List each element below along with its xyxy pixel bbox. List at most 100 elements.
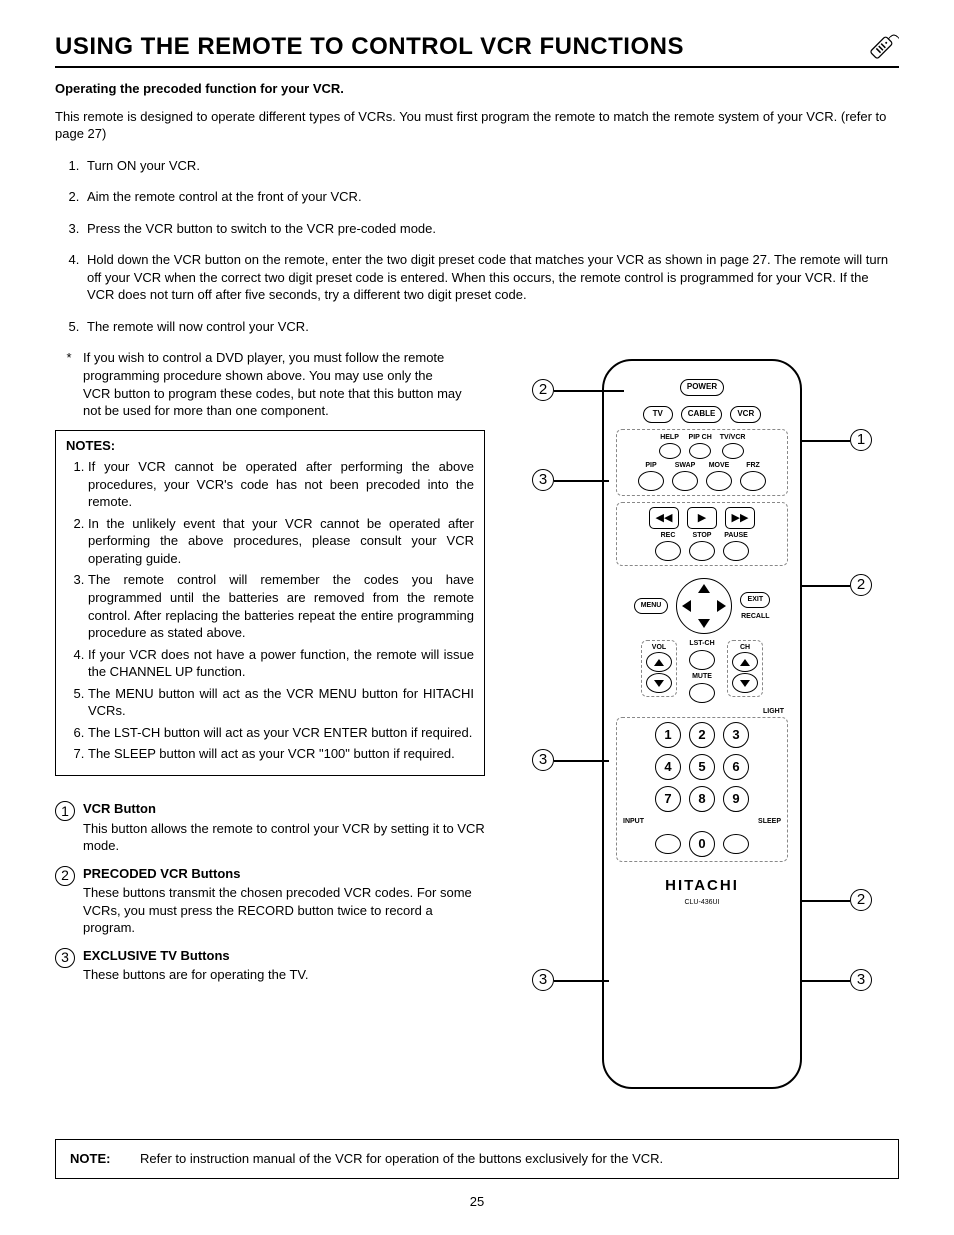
- nav-down-icon: [698, 619, 710, 628]
- fastforward-button: ▶▶: [725, 507, 755, 529]
- note-item: The MENU button will act as the VCR MENU…: [88, 685, 474, 720]
- swap-label: SWAP: [675, 462, 696, 469]
- callout-1: 1: [850, 429, 872, 451]
- step-item: Aim the remote control at the front of y…: [83, 188, 899, 206]
- pip-section: HELP PIP CH TV/VCR PIP SWAP MOVE FRZ: [616, 429, 788, 496]
- stop-label: STOP: [693, 532, 712, 539]
- keypad-5: 5: [689, 754, 715, 780]
- keypad-9: 9: [723, 786, 749, 812]
- main-steps-list: Turn ON your VCR. Aim the remote control…: [55, 157, 899, 336]
- step-item: Hold down the VCR button on the remote, …: [83, 251, 899, 304]
- nav-left-icon: [682, 600, 691, 612]
- mute-button: [689, 683, 715, 703]
- exit-button: EXIT: [740, 592, 770, 607]
- notes-box: NOTES: If your VCR cannot be operated af…: [55, 430, 485, 776]
- legend-item-2: 2 PRECODED VCR Buttons These buttons tra…: [55, 865, 485, 937]
- remote-body: POWER TV CABLE VCR HELP PIP CH TV/VCR PI…: [602, 359, 802, 1089]
- note-item: The remote control will remember the cod…: [88, 571, 474, 641]
- keypad-4: 4: [655, 754, 681, 780]
- pause-button: [723, 541, 749, 561]
- page-number: 25: [55, 1193, 899, 1211]
- input-button: [655, 834, 681, 854]
- frz-label: FRZ: [746, 462, 760, 469]
- legend-number: 3: [55, 948, 75, 968]
- callout-3: 3: [532, 469, 554, 491]
- intro-para: This remote is designed to operate diffe…: [55, 108, 899, 143]
- pip-button: [638, 471, 664, 491]
- remote-icon: [865, 30, 899, 64]
- note-item: The LST-CH button will act as your VCR E…: [88, 724, 474, 742]
- pip-label: PIP: [645, 462, 656, 469]
- vol-up-button: [646, 652, 672, 672]
- rec-button: [655, 541, 681, 561]
- tvvcr-label: TV/VCR: [720, 434, 746, 441]
- brand-label: HITACHI: [665, 876, 739, 896]
- asterisk-icon: *: [55, 349, 83, 419]
- move-button: [706, 471, 732, 491]
- ch-label: CH: [740, 644, 750, 651]
- menu-button: MENU: [634, 598, 669, 613]
- note-item: In the unlikely event that your VCR cann…: [88, 515, 474, 568]
- page-title: USING THE REMOTE TO CONTROL VCR FUNCTION…: [55, 31, 684, 63]
- legend-item-3: 3 EXCLUSIVE TV Buttons These buttons are…: [55, 947, 485, 984]
- nav-up-icon: [698, 584, 710, 593]
- callout-2: 2: [532, 379, 554, 401]
- play-button: ▶: [687, 507, 717, 529]
- vol-label: VOL: [652, 644, 666, 651]
- step-item: The remote will now control your VCR.: [83, 318, 899, 336]
- tv-mode-button: TV: [643, 406, 673, 423]
- keypad-7: 7: [655, 786, 681, 812]
- pipch-label: PIP CH: [689, 434, 712, 441]
- callout-3: 3: [850, 969, 872, 991]
- swap-button: [672, 471, 698, 491]
- light-label: LIGHT: [763, 707, 784, 716]
- bottom-note-box: NOTE: Refer to instruction manual of the…: [55, 1139, 899, 1179]
- ch-down-button: [732, 673, 758, 693]
- mute-label: MUTE: [692, 673, 712, 680]
- step-item: Press the VCR button to switch to the VC…: [83, 220, 899, 238]
- keypad-0: 0: [689, 831, 715, 857]
- move-label: MOVE: [709, 462, 730, 469]
- rewind-button: ◀◀: [649, 507, 679, 529]
- keypad-6: 6: [723, 754, 749, 780]
- intro-bold: Operating the precoded function for your…: [55, 80, 899, 98]
- note-item: The SLEEP button will act as your VCR "1…: [88, 745, 474, 763]
- callout-2: 2: [850, 574, 872, 596]
- keypad-2: 2: [689, 722, 715, 748]
- legend-title: VCR Button: [83, 800, 485, 818]
- lstch-button: [689, 650, 715, 670]
- cable-mode-button: CABLE: [681, 406, 723, 423]
- input-label: INPUT: [623, 818, 644, 825]
- keypad-1: 1: [655, 722, 681, 748]
- transport-section: ◀◀ ▶ ▶▶ REC STOP PAUSE: [616, 502, 788, 566]
- help-button: [659, 443, 681, 459]
- nav-right-icon: [717, 600, 726, 612]
- callout-3: 3: [532, 969, 554, 991]
- remote-diagram: 2 3 3 3 1 2 2 3 POWER TV CABLE V: [532, 349, 872, 1109]
- legend-item-1: 1 VCR Button This button allows the remo…: [55, 800, 485, 855]
- keypad-section: 1 2 3 4 5 6 7 8 9 INPUT: [616, 717, 788, 862]
- power-button: POWER: [680, 379, 724, 396]
- note-item: If your VCR does not have a power functi…: [88, 646, 474, 681]
- stop-button: [689, 541, 715, 561]
- tvvcr-button: [722, 443, 744, 459]
- nav-pad: [676, 578, 732, 634]
- volume-group: VOL: [641, 640, 677, 697]
- legend-desc: These buttons are for operating the TV.: [83, 966, 485, 984]
- legend-desc: These buttons transmit the chosen precod…: [83, 884, 485, 937]
- vol-down-button: [646, 673, 672, 693]
- legend-title: PRECODED VCR Buttons: [83, 865, 485, 883]
- note-item: If your VCR cannot be operated after per…: [88, 458, 474, 511]
- legend-title: EXCLUSIVE TV Buttons: [83, 947, 485, 965]
- notes-header: NOTES:: [66, 437, 474, 455]
- lstch-label: LST-CH: [689, 640, 714, 647]
- keypad-8: 8: [689, 786, 715, 812]
- sleep-label: SLEEP: [758, 818, 781, 825]
- legend-number: 2: [55, 866, 75, 886]
- help-label: HELP: [660, 434, 679, 441]
- model-label: CLU-436UI: [684, 898, 719, 907]
- channel-group: CH: [727, 640, 763, 697]
- pause-label: PAUSE: [724, 532, 748, 539]
- rec-label: REC: [661, 532, 676, 539]
- legend-desc: This button allows the remote to control…: [83, 820, 485, 855]
